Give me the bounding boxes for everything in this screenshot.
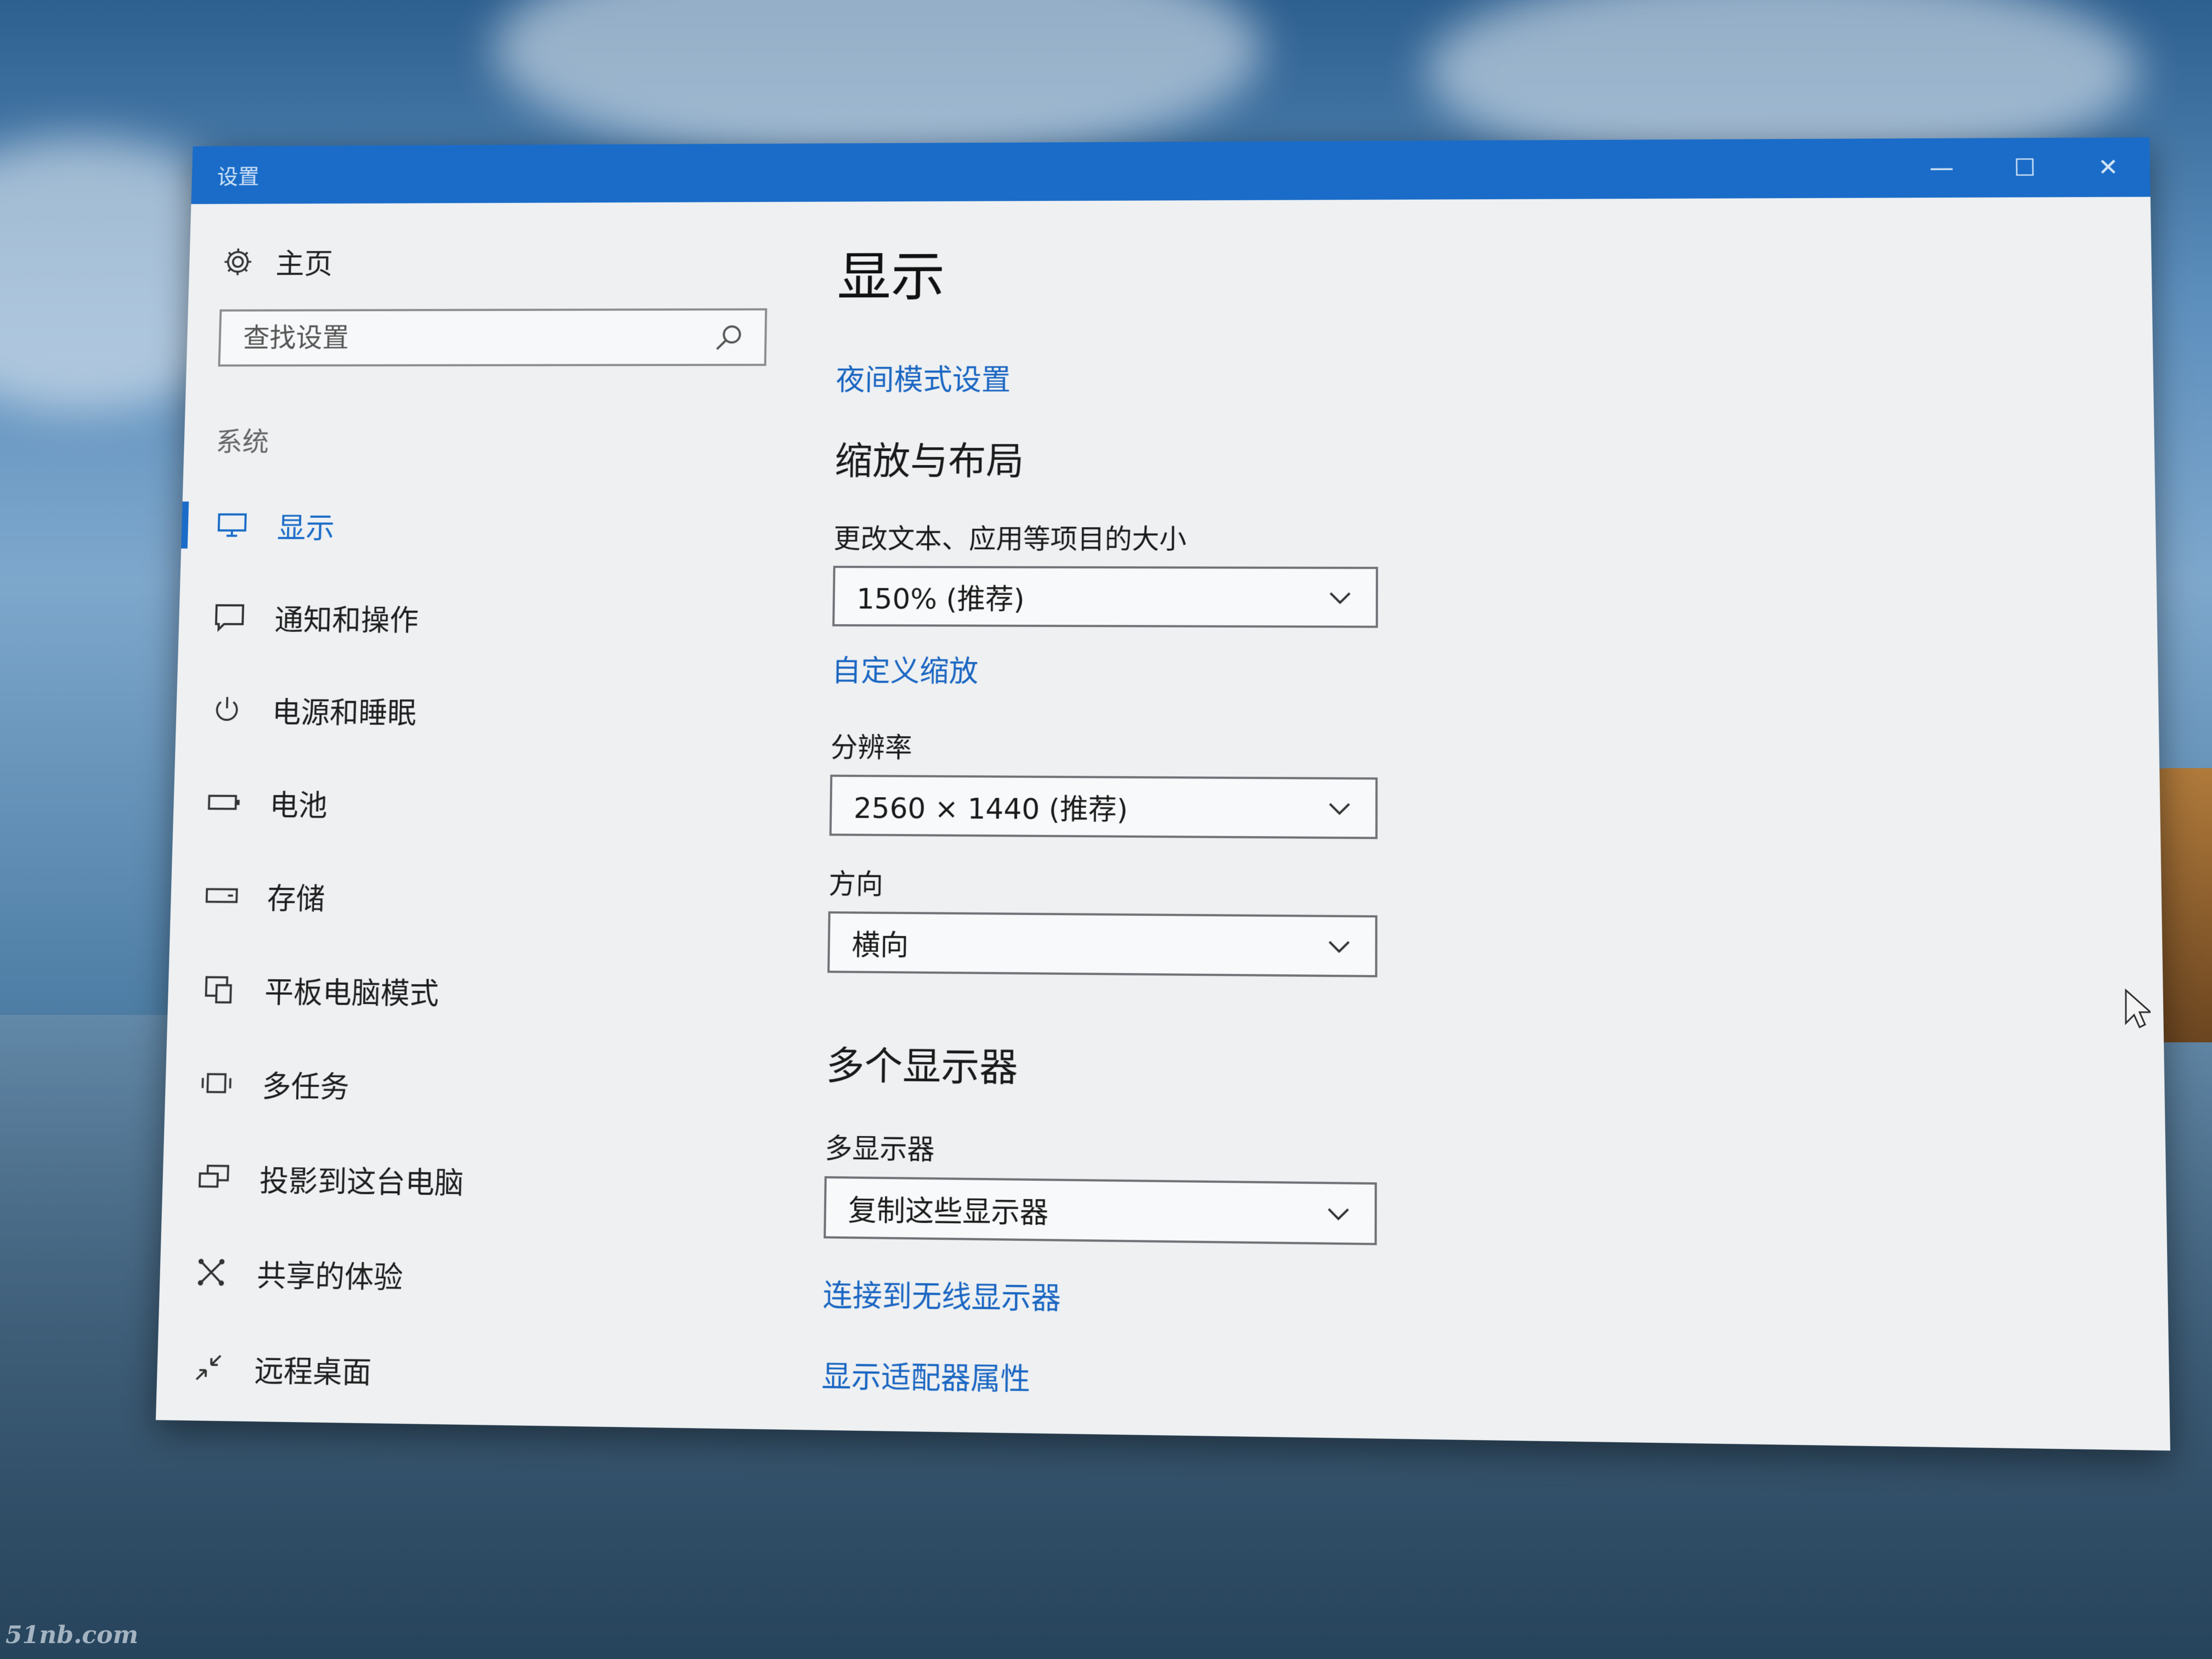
search-icon[interactable] [713, 321, 746, 353]
resolution-dropdown-value: 2560 × 1440 (推荐) [853, 792, 1128, 827]
window-title: 设置 [217, 165, 260, 189]
gear-icon [221, 245, 255, 279]
sidebar-item-label: 多任务 [261, 1069, 350, 1105]
sidebar-item-label: 投影到这台电脑 [259, 1163, 464, 1201]
resolution-label: 分辨率 [830, 731, 912, 764]
notification-icon [211, 601, 249, 633]
sidebar-item-label: 远程桌面 [253, 1353, 372, 1390]
mouse-cursor-icon [2125, 988, 2151, 1029]
sidebar-item-power-sleep[interactable]: 电源和睡眠 [175, 663, 788, 759]
sidebar-item-remote-desktop[interactable]: 远程桌面 [156, 1319, 778, 1424]
custom-scaling-link[interactable]: 自定义缩放 [832, 647, 979, 690]
resolution-dropdown[interactable]: 2560 × 1440 (推荐) [829, 775, 1378, 839]
shared-experiences-icon [192, 1256, 230, 1289]
chevron-down-icon [1325, 932, 1353, 960]
monitor-icon [213, 509, 251, 541]
home-label: 主页 [275, 247, 334, 281]
minimize-button[interactable]: — [1900, 138, 1984, 198]
home-link[interactable]: 主页 [221, 240, 334, 283]
title-bar[interactable]: 设置 — ☐ ✕ [191, 137, 2151, 204]
sidebar-item-label: 共享的体验 [256, 1258, 404, 1295]
close-button[interactable]: ✕ [2066, 137, 2151, 197]
sidebar-item-label: 电池 [269, 788, 328, 823]
chevron-down-icon [1327, 584, 1354, 611]
scale-dropdown-value: 150% (推荐) [856, 583, 1025, 616]
projection-icon [195, 1161, 233, 1194]
sidebar-item-label: 平板电脑模式 [264, 975, 439, 1011]
display-adapter-properties-link[interactable]: 显示适配器属性 [821, 1352, 1030, 1399]
sidebar-item-battery[interactable]: 电池 [172, 755, 787, 852]
connect-wireless-display-link[interactable]: 连接到无线显示器 [822, 1271, 1061, 1318]
multiple-displays-dropdown[interactable]: 复制这些显示器 [823, 1176, 1377, 1245]
maximize-button[interactable]: ☐ [1983, 138, 2067, 198]
remote-desktop-icon [189, 1351, 228, 1385]
sidebar-item-storage[interactable]: 存储 [170, 849, 786, 947]
sidebar-nav: 显示 通知和操作 电源和睡眠 电池 存储 平板电脑模式 多任务 投影到这台电脑 … [156, 479, 791, 1424]
orientation-dropdown[interactable]: 横向 [827, 911, 1378, 978]
sidebar-item-label: 显示 [276, 511, 335, 545]
scale-dropdown[interactable]: 150% (推荐) [832, 566, 1378, 628]
multiple-displays-heading: 多个显示器 [826, 1043, 1018, 1091]
chevron-down-icon [1325, 794, 1353, 822]
settings-window: 设置 — ☐ ✕ 主页 系统 显示 [155, 137, 2170, 1451]
main-content: 显示 夜间模式设置 缩放与布局 更改文本、应用等项目的大小 150% (推荐) … [821, 197, 2170, 1451]
sidebar-item-label: 电源和睡眠 [272, 695, 417, 730]
scale-layout-heading: 缩放与布局 [834, 439, 1024, 484]
chevron-down-icon [1324, 1199, 1352, 1228]
search-box[interactable] [218, 308, 768, 367]
multiple-displays-dropdown-value: 复制这些显示器 [848, 1194, 1049, 1230]
watermark: 51nb.com [5, 1621, 138, 1649]
orientation-label: 方向 [828, 868, 884, 900]
search-input[interactable] [241, 321, 714, 354]
night-light-settings-link[interactable]: 夜间模式设置 [836, 356, 1011, 399]
sidebar-item-label: 存储 [267, 881, 326, 916]
sidebar-item-label: 通知和操作 [274, 603, 419, 637]
sidebar-item-tablet-mode[interactable]: 平板电脑模式 [167, 942, 784, 1041]
sidebar-item-notifications[interactable]: 通知和操作 [178, 571, 790, 665]
power-icon [208, 693, 246, 726]
section-label-system: 系统 [215, 426, 269, 458]
multitasking-icon [198, 1066, 236, 1100]
sidebar-item-multitasking[interactable]: 多任务 [164, 1036, 783, 1137]
battery-icon [205, 786, 244, 819]
sidebar: 主页 系统 显示 通知和操作 [156, 202, 795, 1430]
page-title: 显示 [837, 245, 945, 308]
orientation-dropdown-value: 横向 [851, 928, 909, 962]
sidebar-item-display[interactable]: 显示 [180, 479, 791, 572]
text-size-label: 更改文本、应用等项目的大小 [833, 523, 1187, 555]
tablet-mode-icon [200, 973, 238, 1006]
storage-icon [202, 879, 241, 912]
multiple-displays-label: 多显示器 [825, 1132, 935, 1166]
sidebar-item-shared-experiences[interactable]: 共享的体验 [159, 1224, 780, 1328]
sidebar-item-project-to-pc[interactable]: 投影到这台电脑 [161, 1130, 781, 1232]
